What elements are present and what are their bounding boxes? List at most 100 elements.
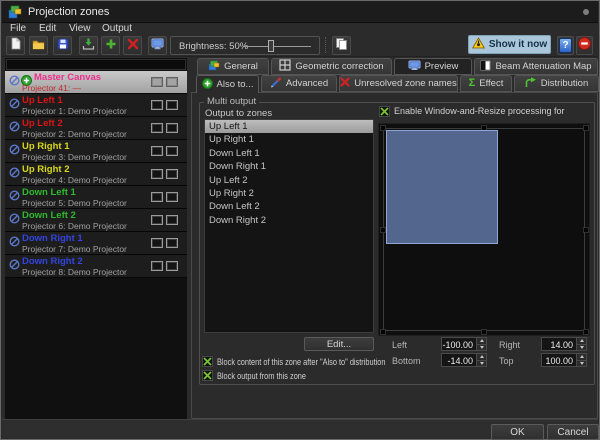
menu-file[interactable]: File (10, 23, 26, 35)
tab-preview[interactable]: Preview (394, 58, 472, 75)
ok-button[interactable]: OK (491, 424, 544, 440)
tab-also-to[interactable]: Also to... (196, 75, 259, 93)
bottom-spinner[interactable]: -14.00 (441, 353, 487, 367)
resize-handle[interactable] (583, 125, 589, 131)
zone-checkbox-a[interactable] (151, 261, 163, 271)
brightness-slider-track[interactable] (243, 46, 311, 47)
block-output-checkbox[interactable] (202, 370, 213, 381)
open-button[interactable] (29, 36, 48, 55)
menu-edit[interactable]: Edit (39, 23, 56, 35)
edit-button[interactable]: Edit... (304, 337, 374, 351)
zone-checkbox-b[interactable] (166, 146, 178, 156)
new-button[interactable] (6, 36, 25, 55)
resize-handle[interactable] (380, 329, 386, 335)
top-value: 100.00 (545, 356, 573, 366)
save-button[interactable] (53, 36, 72, 55)
block-content-checkbox[interactable] (202, 356, 213, 367)
resize-handle[interactable] (481, 329, 487, 335)
zone-list-item-down-right-2[interactable]: Down Right 2 Projector 8: Demo Projector (5, 255, 187, 278)
tab-geometric-correction[interactable]: Geometric correction (271, 58, 392, 75)
tab-effect[interactable]: Σ Effect (460, 75, 512, 92)
zone-checkbox-b[interactable] (166, 192, 178, 202)
zone-checkbox-b[interactable] (166, 77, 178, 87)
tab-advanced[interactable]: Advanced (261, 75, 337, 92)
output-zone-item[interactable]: Up Right 1 (205, 133, 373, 146)
zone-checkbox-b[interactable] (166, 169, 178, 179)
output-zone-item[interactable]: Up Left 2 (205, 174, 373, 187)
zone-list-item-down-left-2[interactable]: Down Left 2 Projector 6: Demo Projector (5, 209, 187, 232)
cancel-button[interactable]: Cancel (547, 424, 599, 440)
zone-list-item-up-right-1[interactable]: Up Right 1 Projector 3: Demo Projector (5, 140, 187, 163)
projector-button[interactable] (148, 36, 167, 55)
resize-handle[interactable] (583, 227, 589, 233)
right-value: 14.00 (550, 340, 573, 350)
zone-checkbox-b[interactable] (166, 123, 178, 133)
zone-list-item-master-canvas[interactable]: Master Canvas Projector 41: — (5, 71, 187, 94)
menu-view[interactable]: View (69, 23, 91, 35)
show-it-now-button[interactable]: Show it now (468, 35, 551, 54)
tab-distribution[interactable]: Distribution (514, 75, 599, 92)
blackout-button[interactable] (576, 36, 593, 55)
spin-down-button[interactable] (577, 344, 586, 351)
menu-output[interactable]: Output (102, 23, 132, 35)
layers-icon (208, 60, 220, 74)
output-zone-item[interactable]: Down Right 2 (205, 214, 373, 227)
zone-checkbox-b[interactable] (166, 261, 178, 271)
zone-checkbox-a[interactable] (151, 100, 163, 110)
spin-down-button[interactable] (477, 344, 486, 351)
zone-checkbox-b[interactable] (166, 100, 178, 110)
zone-checkbox-a[interactable] (151, 146, 163, 156)
zone-list-item-up-left-1[interactable]: Up Left 1 Projector 1: Demo Projector (5, 94, 187, 117)
zone-projector: Projector 6: Demo Projector (22, 221, 127, 231)
delete-zone-button[interactable] (123, 36, 142, 55)
copy-button[interactable] (332, 36, 351, 55)
multi-output-group-title: Multi output (204, 96, 259, 107)
output-zone-item[interactable]: Down Right 1 (205, 160, 373, 173)
right-spinner[interactable]: 14.00 (541, 337, 587, 351)
tab-label: Unresolved zone names (354, 78, 456, 89)
zone-checkbox-a[interactable] (151, 192, 163, 202)
output-zone-item[interactable]: Up Left 1 (205, 120, 373, 133)
zone-checkbox-b[interactable] (166, 238, 178, 248)
zone-projector: Projector 7: Demo Projector (22, 244, 127, 254)
zone-disabled-icon (9, 142, 20, 160)
zone-checkbox-a[interactable] (151, 123, 163, 133)
projection-zones-window: Projection zones File Edit View Output (0, 0, 600, 440)
tab-label: Distribution (541, 78, 589, 89)
left-spinner[interactable]: -100.00 (441, 337, 487, 351)
top-spinner[interactable]: 100.00 (541, 353, 587, 367)
zone-checkbox-b[interactable] (166, 215, 178, 225)
zone-list: Master Canvas Projector 41: — Up Left 1 … (5, 71, 187, 278)
import-button[interactable] (79, 36, 98, 55)
tab-label: Geometric correction (295, 61, 383, 72)
enable-window-resize-checkbox[interactable] (379, 106, 390, 117)
spin-down-button[interactable] (577, 360, 586, 367)
zone-list-item-down-right-1[interactable]: Down Right 1 Projector 7: Demo Projector (5, 232, 187, 255)
output-zone-item[interactable]: Up Right 2 (205, 187, 373, 200)
help-button[interactable]: ? (557, 36, 574, 55)
tab-general[interactable]: General (197, 58, 269, 75)
airbrush-icon (270, 77, 282, 91)
output-zone-item[interactable]: Down Left 2 (205, 200, 373, 213)
brightness-slider-thumb[interactable] (268, 40, 274, 52)
zone-list-item-down-left-1[interactable]: Down Left 1 Projector 5: Demo Projector (5, 186, 187, 209)
resize-handle[interactable] (583, 329, 589, 335)
output-zones-listbox[interactable]: Up Left 1 Up Right 1 Down Left 1 Down Ri… (204, 119, 374, 333)
tab-beam-attenuation-map[interactable]: Beam Attenuation Map (474, 58, 598, 75)
zone-list-item-up-right-2[interactable]: Up Right 2 Projector 4: Demo Projector (5, 163, 187, 186)
zone-checkbox-a[interactable] (151, 169, 163, 179)
add-zone-button[interactable] (101, 36, 120, 55)
zone-checkbox-a[interactable] (151, 77, 163, 87)
tab-label: Effect (479, 78, 503, 89)
zone-checkbox-a[interactable] (151, 238, 163, 248)
tab-unresolved-zone-names[interactable]: Unresolved zone names (339, 75, 458, 92)
zone-window-rect[interactable] (386, 130, 498, 244)
spin-down-button[interactable] (477, 360, 486, 367)
monitor-icon (408, 60, 421, 74)
green-plus-circle-icon (202, 78, 213, 92)
zone-list-item-up-left-2[interactable]: Up Left 2 Projector 2: Demo Projector (5, 117, 187, 140)
output-zone-item[interactable]: Down Left 1 (205, 147, 373, 160)
window-button-dot[interactable] (583, 9, 589, 15)
zone-checkbox-a[interactable] (151, 215, 163, 225)
zone-preview-canvas[interactable] (378, 123, 590, 336)
